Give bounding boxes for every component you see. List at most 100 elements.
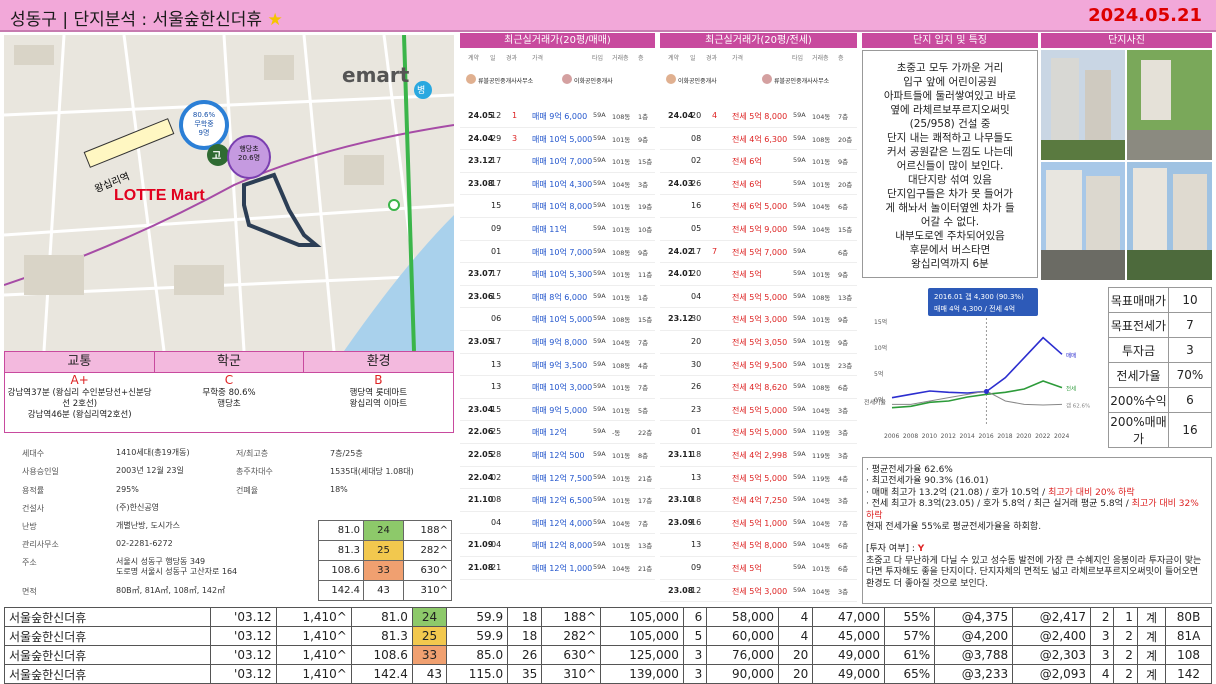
trade-row[interactable]: 02 전세 6억 59A 101동 9층 xyxy=(660,150,857,173)
trade-row[interactable]: 24.05 12 1 매매 9억 6,000 59A 108동 1층 xyxy=(460,105,655,128)
trade-row[interactable]: 21.08 21 매매 12억 1,000 59A 104동 21층 xyxy=(460,557,655,580)
trade-row[interactable]: 05 전세 5억 9,000 59A 104동 15층 xyxy=(660,218,857,241)
trade-cell: 59A xyxy=(593,540,606,549)
summary-cell: 76,000 xyxy=(706,645,780,665)
trade-cell: 23.12 xyxy=(668,314,694,324)
x-tick: 2018 xyxy=(997,433,1012,440)
trade-row[interactable]: 23.07 17 매매 10억 5,300 59A 101동 11층 xyxy=(460,263,655,286)
trade-cell: 17 xyxy=(491,178,502,188)
target-value: 7 xyxy=(1168,312,1212,338)
trade-cell: 101동 xyxy=(612,271,631,280)
location-map[interactable]: 왕십리역 emart LOTTE Mart 80.6% 무학중 9명 행당초 2… xyxy=(4,35,454,351)
trade-cell: 24.05 xyxy=(468,111,494,120)
trade-cell: 21.09 xyxy=(468,540,494,550)
trade-cell: 전세 5억 9,000 xyxy=(732,225,788,234)
trade-row[interactable]: 23.04 15 매매 9억 5,000 59A 101동 5층 xyxy=(460,399,655,422)
trade-cell: 13 xyxy=(691,540,702,550)
summary-cell: @3,233 xyxy=(934,664,1014,684)
trade-row[interactable]: 09 전세 5억 59A 101동 6층 xyxy=(660,557,857,580)
trade-row[interactable]: 24.02 17 7 전세 5억 7,000 59A 6층 xyxy=(660,241,857,264)
trade-cell: 24.03 xyxy=(668,178,694,188)
trade-row[interactable]: 21.10 08 매매 12억 6,500 59A 101동 17층 xyxy=(460,489,655,512)
trade-row[interactable]: 23.06 15 매매 8억 6,000 59A 101동 1층 xyxy=(460,286,655,309)
summary-cell: 630^ xyxy=(541,645,602,665)
trade-row[interactable]: 22.06 25 매매 12억 59A -동 22층 xyxy=(460,421,655,444)
complex-photos[interactable] xyxy=(1041,50,1212,280)
trade-row[interactable]: 24.04 20 4 전세 5억 8,000 59A 104동 7층 xyxy=(660,105,857,128)
trade-row[interactable]: 16 전세 6억 5,000 59A 104동 6층 xyxy=(660,195,857,218)
trade-row[interactable]: 13 매매 9억 3,500 59A 108동 4층 xyxy=(460,354,655,377)
trade-row[interactable]: 04 전세 5억 5,000 59A 108동 13층 xyxy=(660,286,857,309)
trade-cell: 59A xyxy=(793,291,806,300)
info-value: 02-2281-6272 xyxy=(116,539,173,548)
trade-cell: 전세 5억 5,000 xyxy=(732,405,788,415)
trade-cell: 108동 xyxy=(612,248,631,257)
trade-row[interactable]: 23.08 12 전세 5억 3,000 59A 104동 3층 xyxy=(660,580,857,603)
summary-cell: 2 xyxy=(1113,664,1138,684)
trade-row[interactable]: 21.09 04 매매 12억 8,000 59A 101동 13층 xyxy=(460,534,655,557)
trade-row[interactable]: 22.05 28 매매 12억 500 59A 101동 8층 xyxy=(460,444,655,467)
trade-cell: 108동 xyxy=(612,316,631,325)
trade-row[interactable]: 30 전세 5억 9,500 59A 101동 23층 xyxy=(660,354,857,377)
trade-cell: 59A xyxy=(593,111,606,119)
rent-table-title: 최근실거래가(20평/전세) xyxy=(660,33,857,48)
trade-cell: 21층 xyxy=(638,474,653,483)
trade-cell: 24.02 xyxy=(668,246,694,256)
trade-row[interactable]: 24.04 29 3 매매 10억 5,000 59A 101동 9층 xyxy=(460,128,655,151)
trade-cell: 59A xyxy=(793,540,806,549)
tooltip-line1: 2016.01 갭 4,300 (90.3%) xyxy=(934,293,1024,301)
trade-cell: 59A xyxy=(793,133,806,142)
trade-row[interactable]: 24.01 20 전세 5억 59A 101동 9층 xyxy=(660,263,857,286)
trade-row[interactable]: 09 매매 11억 59A 101동 10층 xyxy=(460,218,655,241)
trade-cell: 59A xyxy=(793,224,806,232)
trade-row[interactable]: 08 전세 4억 6,300 59A 108동 20층 xyxy=(660,128,857,151)
trade-cell: 02 xyxy=(491,472,502,482)
mini-cell: 25 xyxy=(363,540,404,561)
trade-cell: 매매 12억 8,000 xyxy=(532,541,593,551)
grade-panel: 교통 학군 환경 A+ C B 강남역37분 (왕십리 수인분당선+신분당선 2… xyxy=(4,351,454,433)
tooltip-point xyxy=(983,388,989,394)
trade-row[interactable]: 23.12 17 매매 10억 7,000 59A 101동 15층 xyxy=(460,150,655,173)
grade-transport: A+ xyxy=(70,373,89,387)
trade-row[interactable]: 06 매매 10억 5,000 59A 108동 15층 xyxy=(460,308,655,331)
trade-cell: 20 xyxy=(691,337,702,346)
trade-row[interactable]: 01 매매 10억 7,000 59A 108동 9층 xyxy=(460,241,655,264)
trade-cell: 08 xyxy=(491,495,502,505)
summary-cell: 서울숲한신더휴 xyxy=(4,664,211,684)
trade-row[interactable]: 23.10 18 전세 4억 7,250 59A 104동 3층 xyxy=(660,489,857,512)
school-marker-2[interactable]: 행당초 20.6명 xyxy=(232,145,266,163)
summary-row: 서울숲한신더휴 '03.12 1,410^ 108.6 33 85.0 26 630^ 125,… xyxy=(4,645,1212,665)
trade-row[interactable]: 13 전세 5억 8,000 59A 104동 6층 xyxy=(660,534,857,557)
trade-cell: 매매 12억 4,000 xyxy=(532,518,593,528)
summary-cell: 115.0 xyxy=(446,664,509,684)
trade-cell: 23.08 xyxy=(468,178,494,188)
summary-cell: 59.9 xyxy=(446,607,509,627)
school-marker-1[interactable]: 80.6% 무학중 9명 xyxy=(183,111,225,138)
page-title: 성동구 | 단지분석 : 서울숲한신더휴 ★ xyxy=(10,10,283,30)
trade-row[interactable]: 23.12 30 전세 5억 3,000 59A 101동 9층 xyxy=(660,308,857,331)
trade-row[interactable]: 23.08 17 매매 10억 4,300 59A 104동 3층 xyxy=(460,173,655,196)
trade-row[interactable]: 26 전세 4억 8,620 59A 108동 6층 xyxy=(660,376,857,399)
trade-row[interactable]: 15 매매 10억 8,000 59A 101동 19층 xyxy=(460,195,655,218)
trade-row[interactable]: 24.03 26 전세 6억 59A 101동 20층 xyxy=(660,173,857,196)
trade-row[interactable]: 04 매매 12억 4,000 59A 104동 7층 xyxy=(460,512,655,535)
trade-row[interactable]: 23.09 16 전세 5억 1,000 59A 104동 7층 xyxy=(660,512,857,535)
note-avg-rate: · 평균전세가율 62.6% xyxy=(866,465,953,475)
target-label: 전세가율 xyxy=(1108,362,1169,388)
trade-row[interactable]: 20 전세 5억 3,050 59A 101동 9층 xyxy=(660,331,857,354)
mini-cell: 81.0 xyxy=(318,520,364,541)
info-key: 관리사무소 xyxy=(22,540,59,549)
trade-cell: 59A xyxy=(793,517,806,526)
note-invest-desc: 초중고 다 무난하게 다닐 수 있고 성수동 발전에 가장 큰 수혜지인 응봉이… xyxy=(866,555,1202,589)
trade-row[interactable]: 22.04 02 매매 12억 7,500 59A 101동 21층 xyxy=(460,467,655,490)
trade-cell: 104동 xyxy=(612,180,631,189)
note-max-rate: · 최고전세가율 90.3% (16.01) xyxy=(866,476,989,487)
trade-cell: 15층 xyxy=(638,316,653,325)
trade-row[interactable]: 13 매매 10억 3,000 59A 101동 7층 xyxy=(460,376,655,399)
trade-row[interactable]: 13 전세 5억 5,000 59A 119동 4층 xyxy=(660,467,857,490)
trade-row[interactable]: 23 전세 5억 5,000 59A 104동 3층 xyxy=(660,399,857,422)
trade-cell: 29 xyxy=(491,133,502,143)
trade-row[interactable]: 23.05 17 매매 9억 8,000 59A 104동 7층 xyxy=(460,331,655,354)
trade-row[interactable]: 23.11 18 전세 4억 2,998 59A 119동 3층 xyxy=(660,444,857,467)
trade-row[interactable]: 01 전세 5억 5,000 59A 119동 3층 xyxy=(660,421,857,444)
